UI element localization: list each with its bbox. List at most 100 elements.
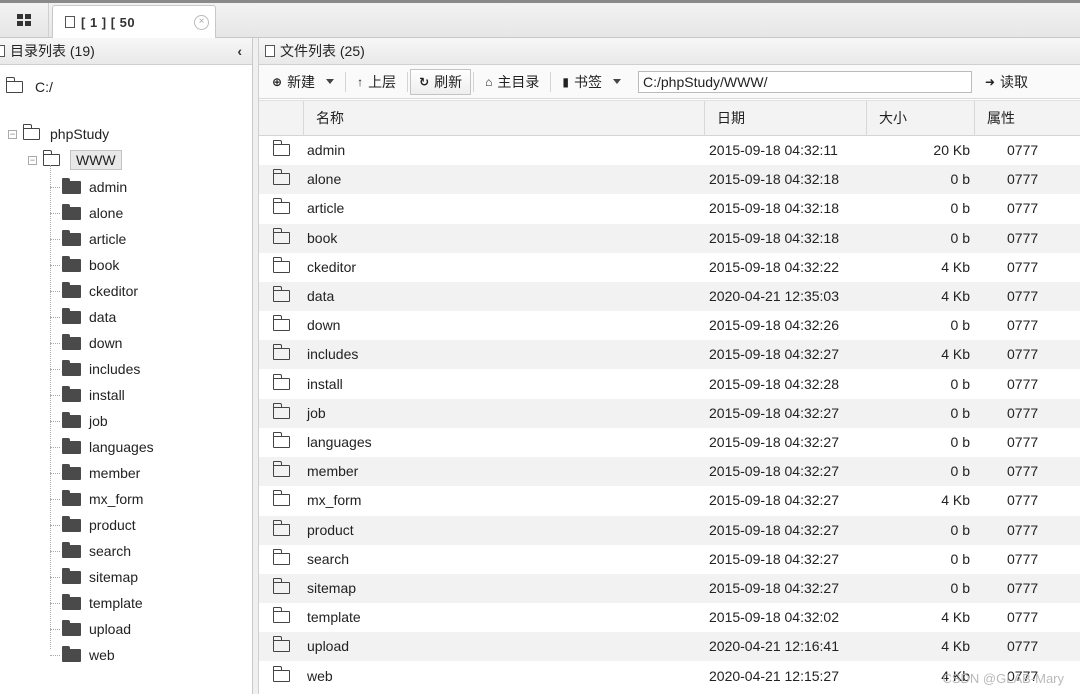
tree-node-member[interactable]: member <box>62 462 140 484</box>
table-row[interactable]: job 2015-09-18 04:32:27 0 b 0777 <box>259 398 1080 428</box>
table-row[interactable]: sitemap 2015-09-18 04:32:27 0 b 0777 <box>259 574 1080 603</box>
collapse-panel-button[interactable]: ‹ <box>237 43 242 59</box>
table-row[interactable]: mx_form 2015-09-18 04:32:27 4 Kb 0777 <box>259 486 1080 515</box>
table-row[interactable]: search 2015-09-18 04:32:27 0 b 0777 <box>259 545 1080 574</box>
tab-file-manager[interactable]: [ 1 ] [ 50 × <box>52 5 216 38</box>
table-row[interactable]: install 2015-09-18 04:32:28 0 b 0777 <box>259 370 1080 399</box>
table-row[interactable]: ckeditor 2015-09-18 04:32:22 4 Kb 0777 <box>259 253 1080 282</box>
home-label: 主目录 <box>497 73 540 90</box>
document-icon <box>65 16 75 28</box>
tree-node-sitemap[interactable]: sitemap <box>62 566 138 588</box>
tree-node-languages[interactable]: languages <box>62 436 154 458</box>
cell-size: 0 b <box>950 550 970 567</box>
bookmark-button[interactable]: ▮ 书签 <box>553 69 630 95</box>
apps-menu-button[interactable] <box>0 3 49 37</box>
collapse-toggle-icon[interactable]: − <box>8 129 17 139</box>
table-row[interactable]: book 2015-09-18 04:32:18 0 b 0777 <box>259 223 1080 253</box>
column-attributes[interactable]: 属性 <box>974 101 1080 136</box>
tree-node-label: install <box>89 387 125 403</box>
folder-icon <box>62 177 81 194</box>
tree-node-includes[interactable]: includes <box>62 358 140 380</box>
cell-name: upload <box>307 638 350 655</box>
tree-guide-line <box>50 291 60 292</box>
column-date[interactable]: 日期 <box>704 101 866 136</box>
tree-node-mx-form[interactable]: mx_form <box>62 488 143 510</box>
close-icon[interactable]: × <box>194 14 209 30</box>
cell-attr: 0777 <box>1007 200 1039 217</box>
table-row[interactable]: alone 2015-09-18 04:32:18 0 b 0777 <box>259 165 1080 195</box>
directory-panel: 目录列表 (19) ‹ C:/ − phpStudy − WWW admin al… <box>0 38 253 694</box>
home-directory-button[interactable]: ⌂ 主目录 <box>476 69 548 95</box>
folder-icon <box>272 140 290 156</box>
tree-node-www[interactable]: − WWW <box>28 149 122 171</box>
cell-attr: 0777 <box>1007 142 1039 158</box>
cell-size: 4 Kb <box>941 258 970 275</box>
cell-size: 0 b <box>950 375 970 392</box>
cell-name: article <box>307 200 345 217</box>
tree-node-label: article <box>89 231 127 247</box>
table-row[interactable]: member 2015-09-18 04:32:27 0 b 0777 <box>259 457 1080 487</box>
cell-attr: 0777 <box>1007 375 1039 392</box>
tree-guide-line <box>50 343 60 344</box>
tree-node-root[interactable]: C:/ <box>5 76 53 98</box>
tree-node-data[interactable]: data <box>62 306 116 328</box>
column-size[interactable]: 大小 <box>866 101 974 136</box>
tree-node-install[interactable]: install <box>62 384 125 406</box>
table-row[interactable]: product 2015-09-18 04:32:27 0 b 0777 <box>259 515 1080 545</box>
folder-icon <box>272 169 290 186</box>
refresh-button[interactable]: ↻ 刷新 <box>410 68 472 95</box>
tree-node-upload[interactable]: upload <box>62 618 131 640</box>
tree-guide-line <box>50 187 60 188</box>
tree-node-admin[interactable]: admin <box>62 176 127 198</box>
table-row[interactable]: template 2015-09-18 04:32:02 4 Kb 0777 <box>259 603 1080 632</box>
tree-node-template[interactable]: template <box>62 592 143 614</box>
tree-guide-line <box>50 317 60 318</box>
table-row[interactable]: data 2020-04-21 12:35:03 4 Kb 0777 <box>259 282 1080 311</box>
tree-node-web[interactable]: web <box>62 644 115 666</box>
tree-guide-line <box>50 239 60 240</box>
cell-date: 2015-09-18 04:32:18 <box>709 200 839 217</box>
table-row[interactable]: languages 2015-09-18 04:32:27 0 b 0777 <box>259 428 1080 457</box>
tree-guide-line <box>50 395 60 396</box>
tree-node-label: alone <box>89 205 124 221</box>
cell-size: 4 Kb <box>941 609 970 626</box>
table-row[interactable]: upload 2020-04-21 12:16:41 4 Kb 0777 <box>259 632 1080 662</box>
tree-node-label: down <box>89 335 123 351</box>
table-row[interactable]: includes 2015-09-18 04:32:27 4 Kb 0777 <box>259 340 1080 370</box>
up-level-button[interactable]: ↑ 上层 <box>348 69 405 95</box>
folder-icon <box>62 333 81 350</box>
read-button[interactable]: ➜ 读取 <box>976 69 1037 95</box>
table-row[interactable]: down 2015-09-18 04:32:26 0 b 0777 <box>259 311 1080 340</box>
column-name[interactable]: 名称 <box>303 101 704 136</box>
tree-guide-line <box>50 369 60 370</box>
tree-node-ckeditor[interactable]: ckeditor <box>62 280 138 302</box>
tree-node-label: ckeditor <box>89 283 139 299</box>
cell-date: 2015-09-18 04:32:27 <box>709 404 839 421</box>
tree-node-article[interactable]: article <box>62 228 126 250</box>
table-row[interactable]: article 2015-09-18 04:32:18 0 b 0777 <box>259 194 1080 223</box>
tree-node-job[interactable]: job <box>62 410 108 432</box>
tree-node-search[interactable]: search <box>62 540 131 562</box>
tree-node-alone[interactable]: alone <box>62 202 123 224</box>
cell-date: 2015-09-18 04:32:28 <box>709 375 839 392</box>
folder-icon <box>62 255 81 272</box>
cell-date: 2015-09-18 04:32:27 <box>709 434 839 450</box>
cell-size: 0 b <box>950 463 970 480</box>
cell-name: admin <box>307 142 346 158</box>
tree-node-phpstudy[interactable]: − phpStudy <box>8 123 109 145</box>
tree-node-label: template <box>89 595 143 611</box>
folder-icon <box>272 373 290 390</box>
cell-name: mx_form <box>307 492 362 509</box>
folder-icon <box>272 519 290 536</box>
tree-node-down[interactable]: down <box>62 332 122 354</box>
cell-name: book <box>307 229 338 246</box>
tree-node-product[interactable]: product <box>62 514 136 536</box>
tree-guide-line <box>50 551 60 552</box>
cell-attr: 0777 <box>1007 171 1039 188</box>
path-input[interactable] <box>637 70 972 93</box>
tree-node-label: admin <box>89 179 128 195</box>
table-row[interactable]: admin 2015-09-18 04:32:11 20 Kb 0777 <box>259 136 1080 165</box>
new-button[interactable]: ⊕ 新建 <box>263 69 343 95</box>
tree-node-book[interactable]: book <box>62 254 119 276</box>
collapse-toggle-icon[interactable]: − <box>28 155 37 165</box>
